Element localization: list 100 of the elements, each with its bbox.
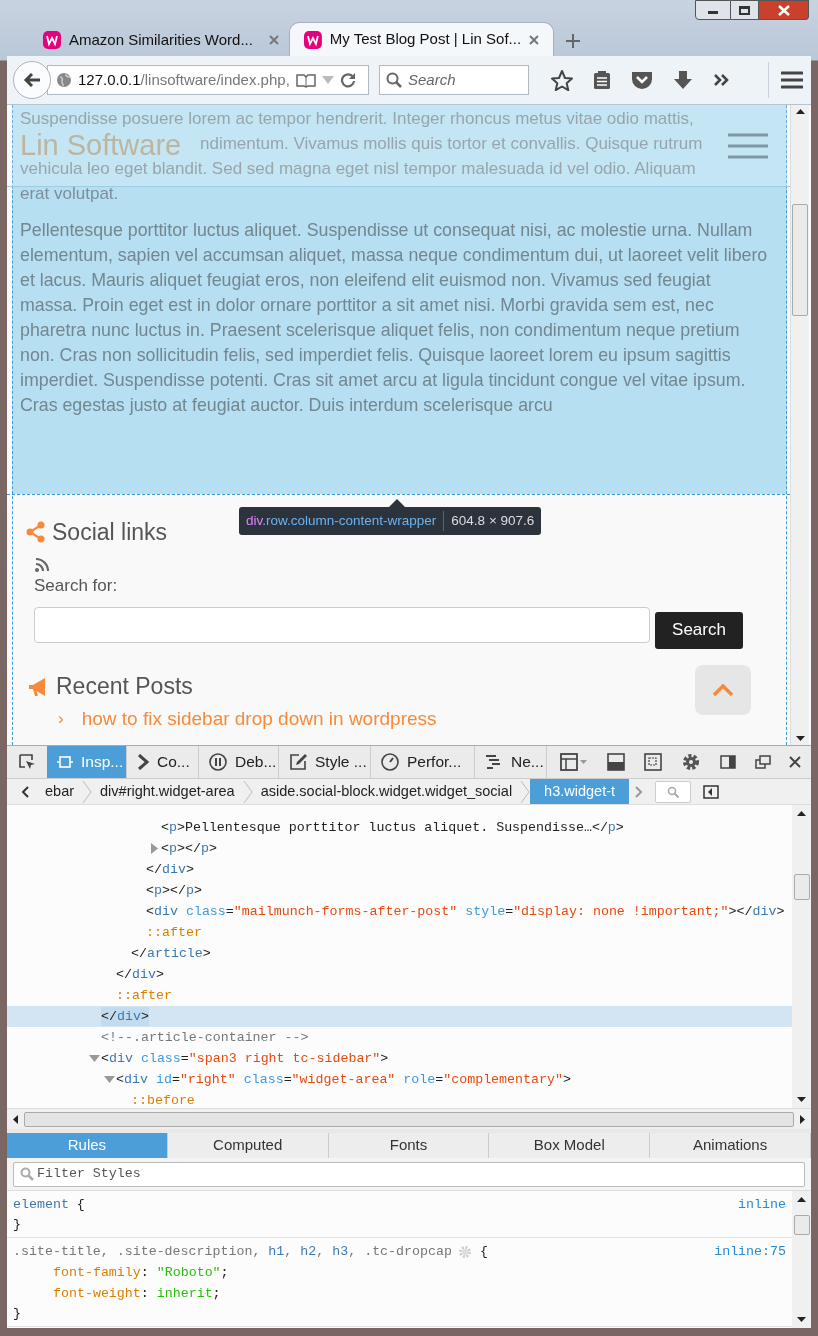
pause-icon [209,753,227,771]
scroll-up-icon[interactable] [797,1197,806,1202]
markup-scrollbar[interactable] [792,805,811,1108]
site-logo-icon [304,30,322,49]
new-tab-icon[interactable] [566,34,580,48]
separator-chevron-icon [520,779,531,804]
address-bar[interactable]: 127.0.0.1/linsoftware/index.php, [47,65,369,95]
source-link[interactable]: inline:75 [714,1242,786,1262]
search-icon [386,72,402,88]
globe-icon [56,72,72,88]
section-heading: Recent Posts [56,672,193,702]
markup-line[interactable]: </div> [116,964,164,985]
element-size: 604.8 × 907.6 [450,511,535,530]
collapsed-triangle-icon[interactable] [150,843,158,854]
undock-icon[interactable] [754,755,771,769]
vertical-scrollbar[interactable] [790,105,809,745]
browser-tab[interactable]: Amazon Similarities Word... [29,24,289,56]
breadcrumb[interactable]: ebar [37,779,83,804]
sidebar-toggle-icon[interactable] [703,784,720,799]
markup-line[interactable]: <!--.article-container --> [101,1027,309,1048]
share-icon [26,521,46,543]
search-icon [20,1167,34,1181]
css-selector: .site-title, .site-description, h1, h2, h3, .tc-dropcap [13,1243,452,1262]
article-text-line: ndimentum. Vivamus mollis quis tortor et convallis. Quisque rutrum [200,133,703,155]
close-icon[interactable] [789,756,802,768]
scroll-right-icon[interactable] [800,1114,805,1124]
pocket-icon[interactable] [631,70,653,90]
search-field[interactable]: Search [379,65,529,95]
maximize-button[interactable] [731,0,759,20]
scrollbar-thumb[interactable] [793,873,810,900]
close-tab-icon[interactable] [529,34,539,45]
search-icon [667,785,680,798]
scroll-up-icon[interactable] [797,811,806,816]
bullet-marker: › [58,707,64,730]
minimize-button[interactable] [695,0,731,20]
close-button[interactable] [759,0,809,20]
scroll-down-icon[interactable] [795,736,805,741]
css-declaration[interactable]: font-weight: inherit; [53,1283,221,1304]
horizontal-scrollbar[interactable] [7,1108,811,1129]
browser-tab[interactable]: My Test Blog Post | Lin Sof... [289,22,554,56]
breadcrumb[interactable]: div#right.widget-area [92,779,243,804]
rss-icon[interactable] [34,557,50,573]
search-button[interactable]: Search [655,611,743,649]
clipboard-list-icon[interactable] [593,70,611,90]
markup-line[interactable]: <p></p> [146,880,202,901]
close-tab-icon[interactable] [269,35,279,45]
scratchpad-icon[interactable] [644,753,663,771]
markup-line[interactable]: <div id="right" class="widget-area" role="complementary"> [116,1069,571,1090]
crumb-back-icon[interactable] [21,785,29,798]
open-brace: { [76,1196,85,1215]
chevrons-icon[interactable] [713,73,731,87]
open-brace: { [479,1243,488,1262]
chevron-right-icon [137,754,149,770]
rules-scrollbar[interactable] [792,1191,811,1328]
scrollbar-thumb[interactable] [24,1111,794,1127]
article-text-line: vehicula leo eget blandit. Sed sed magna eget nisl tempor malesuada id vel odio. Aliquam [20,158,696,180]
search-field[interactable] [655,780,692,803]
markup-line[interactable]: <p>Pellentesque porttitor luctus aliquet. Suspendisse…</p> [161,817,624,838]
breadcrumb[interactable]: aside.social-block.widget.widget_social [252,779,521,804]
source-link[interactable]: inline [738,1195,786,1215]
reader-view-icon[interactable] [295,72,316,88]
settings-icon[interactable] [680,752,701,772]
menu-icon[interactable] [781,71,803,89]
scroll-up-icon[interactable] [795,109,805,114]
close-brace: } [13,1216,21,1234]
back-button[interactable] [13,61,51,99]
split-console-icon[interactable] [607,753,626,771]
markup-line[interactable]: <div class="mailmunch-forms-after-post" style="display: none !important;"></div> [146,901,785,922]
search-input[interactable] [34,606,650,643]
expanded-triangle-icon[interactable] [88,1055,100,1062]
css-selector: element [13,1196,69,1215]
markup-line[interactable]: <p></p> [161,838,217,859]
reload-icon[interactable] [339,72,356,88]
css-declaration[interactable]: font-family: "Roboto"; [53,1262,229,1283]
download-icon[interactable] [673,70,693,90]
close-brace: } [13,1305,21,1323]
markup-line[interactable]: </div> [146,859,194,880]
site-logo-icon [43,31,61,49]
responsive-mode-icon[interactable] [560,753,589,771]
scrollbar-thumb[interactable] [792,204,808,316]
edit-icon [289,753,307,771]
scroll-down-icon[interactable] [797,1097,806,1102]
search-placeholder: Search [408,69,456,90]
chevron-up-icon [712,683,734,697]
waterfall-icon [485,754,503,770]
markup-line[interactable]: </article> [131,943,211,964]
separator-chevron-icon [242,779,253,804]
expanded-triangle-icon[interactable] [103,1076,115,1083]
scroll-left-icon[interactable] [13,1114,18,1124]
gauge-icon [381,753,399,771]
article-text-line: Suspendisse posuere lorem ac tempor hendrerit. Integer rhoncus metus vitae odio mattis, [20,108,694,130]
article-text-line: erat volutpat. [20,183,119,205]
scroll-down-icon[interactable] [797,1317,806,1322]
scrollbar-thumb[interactable] [793,1214,810,1235]
dock-side-icon[interactable] [719,755,736,769]
separator-chevron-icon [82,779,93,804]
star-icon[interactable] [551,69,573,91]
markup-line[interactable]: <div class="span3 right tc-sidebar"> [101,1048,389,1069]
element-selector: div.row.column-content-wrapper [246,510,445,532]
filter-field[interactable]: Filter Styles [13,1161,805,1187]
